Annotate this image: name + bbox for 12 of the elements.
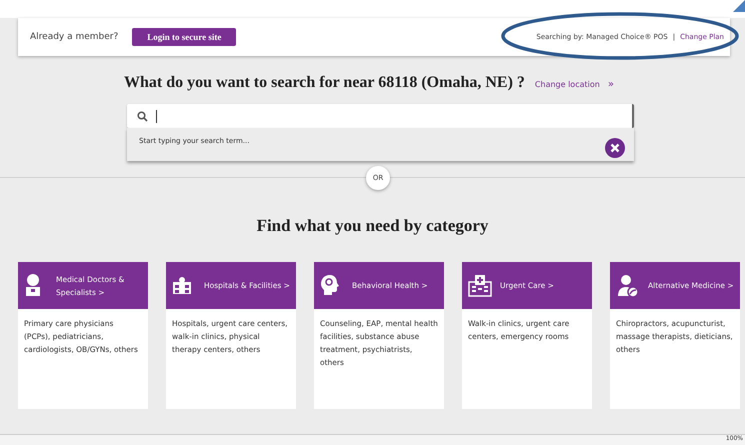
member-prompt: Already a member?: [30, 32, 118, 42]
categories-heading: Find what you need by category: [256, 216, 490, 236]
search-icon: [137, 110, 148, 122]
arrow-tip-icon: [733, 0, 745, 12]
person-leaf-icon: [616, 274, 640, 298]
search-heading: What do you want to search for near 68118 (Omaha, NE) ?: [124, 74, 525, 92]
chevron-icon[interactable]: »: [608, 79, 614, 90]
close-icon[interactable]: [605, 138, 625, 158]
search-field[interactable]: [127, 104, 634, 128]
login-button[interactable]: Login to secure site: [132, 28, 236, 46]
change-location-link[interactable]: Change location: [534, 80, 600, 89]
hospital-icon: [468, 274, 492, 298]
